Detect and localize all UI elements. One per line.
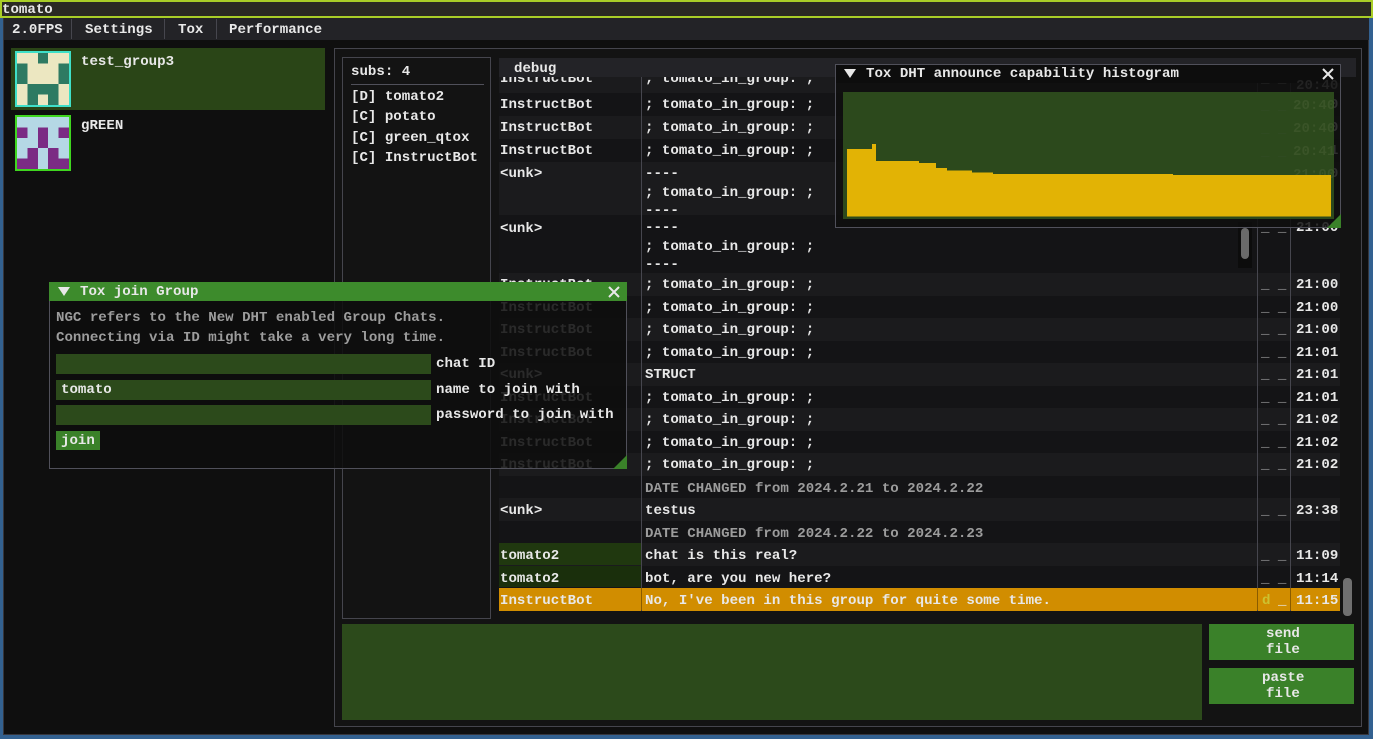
svg-text:20:41: 20:41 [1293, 144, 1334, 160]
svg-text:20:40: 20:40 [1293, 121, 1334, 137]
svg-text:_ _: _ _ [1260, 144, 1287, 160]
svg-text:20:40: 20:40 [1293, 98, 1334, 114]
svg-text:_ _: _ _ [1260, 98, 1287, 114]
svg-text:_ _: _ _ [1260, 121, 1287, 137]
